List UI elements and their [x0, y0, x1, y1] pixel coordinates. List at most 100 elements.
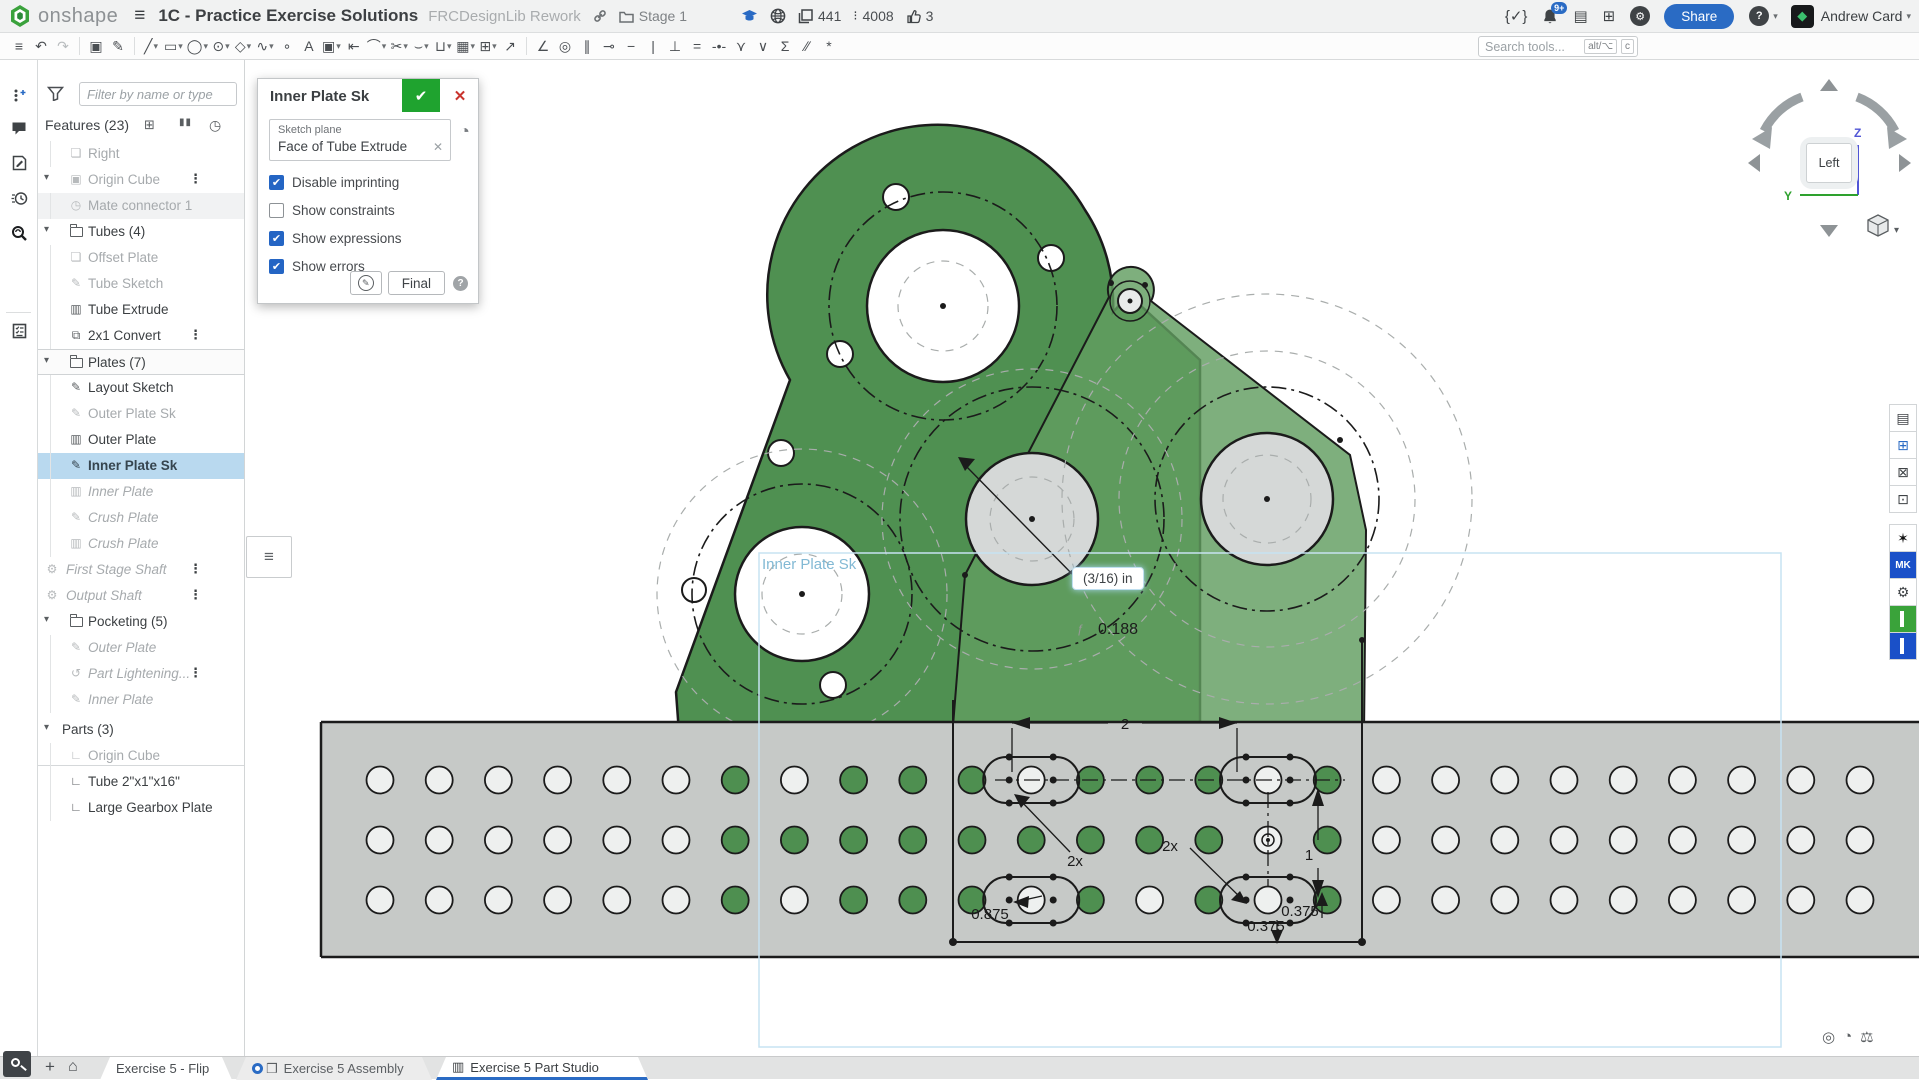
screenshot-tool-icon[interactable]	[3, 1051, 31, 1077]
convert-tool[interactable]: ⊞▾	[477, 34, 499, 58]
new-folder-icon[interactable]: ⊞	[144, 117, 155, 133]
likes-icon[interactable]	[906, 9, 921, 24]
expand-chevron-icon[interactable]: ▾	[44, 614, 49, 625]
circle-tool-caret-icon[interactable]: ▾	[203, 41, 208, 52]
dim-height[interactable]: 1	[1305, 847, 1313, 864]
dialog-rollback-icon[interactable]: ◔	[459, 121, 470, 142]
checkbox-disable-imprinting[interactable]: ✔Disable imprinting	[269, 171, 468, 194]
dialog-accept-button[interactable]: ✔	[402, 79, 440, 112]
normal-constraint[interactable]: ∨	[752, 34, 774, 58]
fillet-tool-caret-icon[interactable]: ▾	[382, 41, 387, 52]
trim-tool[interactable]: ✂▾	[388, 34, 410, 58]
rectangle-tool[interactable]: ▭▾	[162, 34, 185, 58]
circle-tool[interactable]: ◯▾	[185, 34, 210, 58]
point-tool[interactable]: ∘	[276, 34, 298, 58]
spline-tool-caret-icon[interactable]: ▾	[269, 41, 274, 52]
onshape-wordmark[interactable]: onshape	[38, 5, 118, 28]
undo-button[interactable]: ↶	[30, 34, 52, 58]
history-icon[interactable]	[0, 185, 38, 211]
assistant-icon[interactable]: ⚙	[1630, 6, 1650, 26]
view-up-arrow[interactable]	[1820, 79, 1838, 91]
featurescript-icon[interactable]: {✓}	[1505, 7, 1528, 25]
expand-chevron-icon[interactable]: ▾	[44, 722, 49, 733]
slot-tool-caret-icon[interactable]: ▾	[447, 41, 452, 52]
concentric-constraint[interactable]: ◎	[554, 34, 576, 58]
pattern-tool-caret-icon[interactable]: ▾	[471, 41, 476, 52]
feature-list-toggle[interactable]: ≡	[8, 34, 30, 58]
dim-width[interactable]: 2	[1121, 716, 1129, 733]
feature-item-origin-cube[interactable]: ▾▣Origin Cube⋮	[38, 167, 244, 193]
dim-count-2[interactable]: 2x	[1162, 838, 1178, 855]
tool-search[interactable]: alt/⌥ c	[1478, 36, 1638, 57]
sketch-canvas-label[interactable]: Inner Plate Sk	[762, 556, 856, 573]
feature-item-inner-plate-sk[interactable]: ✎Inner Plate Sk	[38, 453, 244, 479]
rotate-right-arrow[interactable]	[1857, 97, 1895, 131]
expand-chevron-icon[interactable]: ▾	[44, 172, 49, 183]
line-tool-caret-icon[interactable]: ▾	[153, 41, 158, 52]
checkbox-icon[interactable]: ✔	[269, 259, 284, 274]
dialog-cancel-button[interactable]: ✕	[442, 79, 478, 112]
perimeter-circle-tool-caret-icon[interactable]: ▾	[225, 41, 230, 52]
apps-grid-icon[interactable]: ⊞	[1603, 7, 1616, 25]
dim-count-1[interactable]: 2x	[1067, 853, 1083, 870]
polygon-tool[interactable]: ◇▾	[232, 34, 254, 58]
feature-item-large-gearbox-plate[interactable]: ∟Large Gearbox Plate	[38, 795, 244, 821]
feature-item-crush-plate[interactable]: ✎Crush Plate	[38, 505, 244, 531]
butterfly-tool-icon[interactable]: ✶	[1889, 524, 1917, 552]
scale-icon[interactable]: ⚖	[1860, 1028, 1873, 1046]
extend-tool-caret-icon[interactable]: ▾	[424, 41, 429, 52]
rectangle-tool-caret-icon[interactable]: ▾	[178, 41, 183, 52]
version-folder-icon[interactable]	[619, 10, 634, 23]
doc-notes-icon[interactable]	[0, 150, 38, 176]
feature-item-outer-plate-sk[interactable]: ✎Outer Plate Sk	[38, 401, 244, 427]
coincident-constraint[interactable]: ∠	[532, 34, 554, 58]
fix-constraint[interactable]: *	[818, 34, 840, 58]
dim-diameter[interactable]: 0.188	[1098, 621, 1138, 638]
perpendicular-constraint[interactable]: ⊥	[664, 34, 686, 58]
midpoint-constraint[interactable]: -•-	[708, 34, 730, 58]
feature-item-outer-plate[interactable]: ✎Outer Plate	[38, 635, 244, 661]
extend-tool[interactable]: ⌣▾	[410, 34, 432, 58]
pattern-constraint[interactable]: ∕∕	[796, 34, 818, 58]
grid-cube-icon[interactable]: ⊞	[1889, 431, 1917, 459]
discover-icon[interactable]	[0, 220, 38, 246]
learning-icon[interactable]	[741, 9, 758, 24]
stamp-tool-icon[interactable]: ▤	[1889, 404, 1917, 432]
feature-item-right[interactable]: ❏Right	[38, 141, 244, 167]
polygon-tool-caret-icon[interactable]: ▾	[247, 41, 252, 52]
checkbox-icon[interactable]: ✔	[269, 175, 284, 190]
version-name[interactable]: Stage 1	[639, 8, 687, 24]
line-tool[interactable]: ╱▾	[140, 34, 162, 58]
dim-0875[interactable]: 0.875	[971, 906, 1009, 923]
feature-item-crush-plate[interactable]: ▥Crush Plate	[38, 531, 244, 557]
feature-filter-input[interactable]	[79, 82, 237, 106]
onshape-logo-icon[interactable]	[8, 4, 32, 28]
redo-button[interactable]: ↷	[52, 34, 74, 58]
horizontal-constraint[interactable]: −	[620, 34, 642, 58]
document-title[interactable]: 1C - Practice Exercise Solutions	[158, 6, 418, 26]
view-left-arrow[interactable]	[1748, 154, 1760, 172]
checklist-icon[interactable]	[0, 318, 38, 344]
pierce-constraint[interactable]: ⋎	[730, 34, 752, 58]
sketch-plane-field[interactable]: Sketch plane Face of Tube Extrude ✕	[269, 119, 451, 161]
convert-tool-caret-icon[interactable]: ▾	[492, 41, 497, 52]
robot-tool-icon[interactable]: ⚙	[1889, 578, 1917, 606]
parallel-constraint[interactable]: ∥	[576, 34, 598, 58]
feature-item-tube-sketch[interactable]: ✎Tube Sketch	[38, 271, 244, 297]
feature-item-mate-connector-1[interactable]: ◷Mate connector 1	[38, 193, 244, 219]
mirror-tool[interactable]: ▣▾	[320, 34, 343, 58]
checkbox-icon[interactable]	[269, 203, 284, 218]
pattern-tool[interactable]: ▦▾	[454, 34, 477, 58]
final-button[interactable]: Final	[388, 271, 445, 295]
feature-item-pocketing-5[interactable]: ▾Pocketing (5)	[38, 609, 244, 635]
feature-item-layout-sketch[interactable]: ✎Layout Sketch	[38, 375, 244, 401]
slot-tool[interactable]: ⊔▾	[432, 34, 454, 58]
clear-selection-icon[interactable]: ✕	[433, 140, 443, 154]
fillet-tool[interactable]: ⌒▾	[365, 34, 389, 58]
copies-icon[interactable]	[798, 9, 813, 24]
feature-menu-icon[interactable]: ⋮	[189, 665, 202, 681]
versions-icon[interactable]: ⁝	[853, 8, 857, 24]
checkbox-icon[interactable]: ✔	[269, 231, 284, 246]
rotate-left-arrow[interactable]	[1764, 97, 1802, 131]
mk-tool-icon[interactable]: MK	[1889, 551, 1917, 579]
